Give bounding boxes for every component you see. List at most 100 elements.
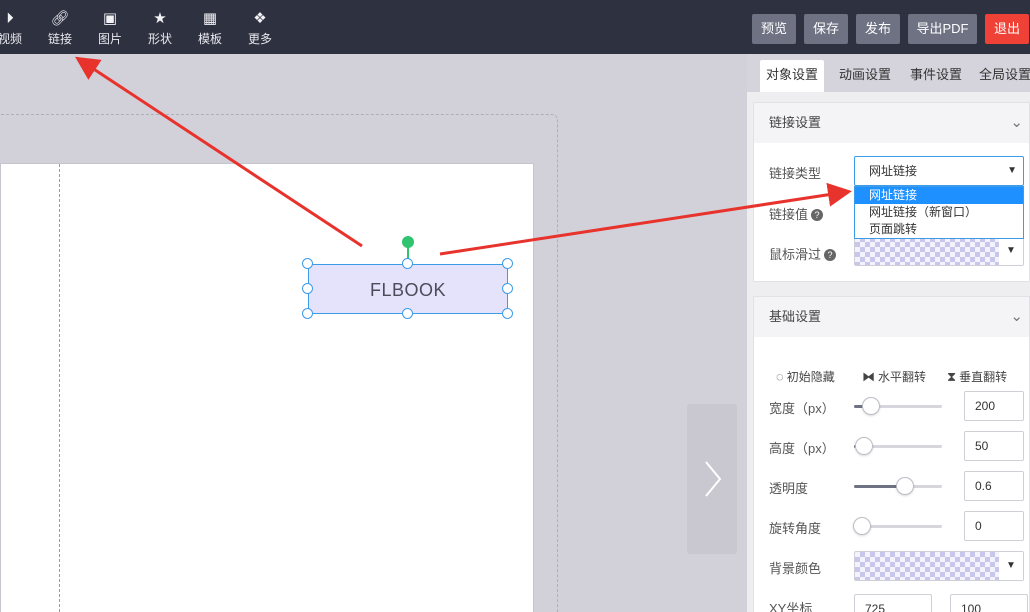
y-input[interactable]: 100 (950, 594, 1028, 612)
export-pdf-button[interactable]: 导出PDF (908, 14, 977, 44)
hover-color-picker[interactable]: ▼ (854, 236, 1024, 266)
height-slider[interactable] (854, 437, 942, 455)
tab-object-settings[interactable]: 对象设置 (760, 60, 824, 92)
toggle-initial-hide-label: 初始隐藏 (786, 370, 835, 384)
tool-more-label: 更多 (247, 32, 272, 46)
resize-handle-se[interactable] (502, 308, 513, 319)
save-button[interactable]: 保存 (804, 14, 848, 44)
resize-handle-ne[interactable] (502, 258, 513, 269)
preview-button[interactable]: 预览 (752, 14, 796, 44)
link-value-label-text: 链接值 (769, 207, 809, 222)
width-slider-knob[interactable] (862, 397, 880, 415)
bg-color-picker[interactable]: ▼ (854, 551, 1024, 581)
tool-link-label: 链接 (47, 32, 72, 46)
link-type-select[interactable]: 网址链接 ▼ (854, 156, 1024, 186)
link-value-label: 链接值? (769, 204, 824, 223)
tab-animation-settings[interactable]: 动画设置 (833, 60, 897, 92)
resize-handle-e[interactable] (502, 283, 513, 294)
tool-template[interactable]: ▦ 模板 (190, 10, 230, 47)
rotation-slider[interactable] (853, 517, 942, 535)
star-icon: ★ (153, 10, 167, 27)
xy-label: XY坐标 (769, 601, 813, 612)
caret-down-icon: ▼ (999, 237, 1023, 265)
option-page-jump[interactable]: 页面跳转 (855, 221, 1023, 238)
height-label: 高度（px） (769, 441, 835, 456)
chevron-down-icon: ⌄ (1010, 114, 1023, 131)
rotation-input[interactable]: 0 (964, 511, 1024, 541)
canvas-area: FLBOOK (0, 54, 747, 612)
chevron-down-icon: ⌄ (1010, 308, 1023, 325)
tab-event-settings[interactable]: 事件设置 (904, 60, 968, 92)
resize-handle-n[interactable] (402, 258, 413, 269)
page-guide-line (59, 164, 60, 612)
toggle-flip-horizontal-label: 水平翻转 (878, 370, 927, 384)
height-slider-knob[interactable] (855, 437, 873, 455)
chevron-right-icon (705, 461, 722, 497)
rotate-handle[interactable] (402, 236, 414, 248)
rotation-label: 旋转角度 (769, 521, 822, 536)
tool-video[interactable]: ⏵ 视频 (0, 10, 30, 47)
tool-image-label: 图片 (97, 32, 122, 46)
page-canvas[interactable] (0, 163, 534, 612)
tab-global-settings[interactable]: 全局设置 (973, 60, 1030, 92)
opacity-slider-knob[interactable] (896, 477, 914, 495)
link-type-dropdown: 网址链接 网址链接（新窗口） 页面跳转 (854, 186, 1024, 239)
more-icon: ❖ (253, 10, 267, 27)
resize-handle-sw[interactable] (302, 308, 313, 319)
link-type-label: 链接类型 (769, 166, 822, 181)
link-type-value: 网址链接 (869, 164, 918, 178)
tool-shape[interactable]: ★ 形状 (140, 10, 180, 47)
publish-button[interactable]: 发布 (856, 14, 900, 44)
tool-shape-label: 形状 (147, 32, 172, 46)
help-icon[interactable]: ? (824, 249, 837, 261)
help-icon[interactable]: ? (811, 209, 824, 221)
basic-settings-section: 基础设置 ⌄ ◌ 初始隐藏 ⧓ 水平翻转 ⧗ 垂直翻转 宽度（px） 200 高度（p… (753, 296, 1030, 612)
basic-settings-title: 基础设置 (769, 309, 822, 324)
opacity-slider[interactable] (854, 477, 942, 495)
link-settings-section: 链接设置 ⌄ 链接类型 网址链接 ▼ 网址链接 网址链接（新窗口） 页面跳转 链… (753, 102, 1030, 282)
link-settings-title: 链接设置 (769, 115, 822, 130)
play-circle-icon: ⏵ (6, 10, 14, 27)
resize-handle-s[interactable] (402, 308, 413, 319)
rotation-slider-knob[interactable] (853, 517, 871, 535)
hover-label: 鼠标滑过? (769, 244, 837, 263)
tool-link[interactable]: 🔗︎ 链接 (40, 10, 80, 47)
flip-horizontal-icon: ⧓ (862, 369, 875, 384)
image-icon: ▣ (102, 10, 118, 27)
settings-panel: 对象设置 动画设置 事件设置 全局设置 链接设置 ⌄ 链接类型 网址链接 ▼ 网… (747, 54, 1030, 612)
hover-label-text: 鼠标滑过 (769, 247, 822, 262)
option-url-link-new-window[interactable]: 网址链接（新窗口） (855, 204, 1023, 221)
link-settings-header[interactable]: 链接设置 ⌄ (754, 103, 1029, 143)
link-icon: 🔗︎ (50, 10, 70, 27)
tool-image[interactable]: ▣ 图片 (90, 10, 130, 47)
tool-template-label: 模板 (197, 32, 222, 46)
option-url-link[interactable]: 网址链接 (855, 187, 1023, 204)
opacity-label: 透明度 (769, 481, 809, 496)
toggle-flip-vertical-label: 垂直翻转 (959, 370, 1008, 384)
next-page-button[interactable] (687, 404, 737, 554)
opacity-input[interactable]: 0.6 (964, 471, 1024, 501)
toggle-flip-vertical[interactable]: ⧗ 垂直翻转 (947, 368, 1007, 385)
toggle-initial-hide[interactable]: ◌ 初始隐藏 (776, 368, 835, 385)
top-toolbar: ⏵ 视频 🔗︎ 链接 ▣ 图片 ★ 形状 ▦ 模板 ❖ 更多 预览 保存 发布 … (0, 0, 1030, 54)
settings-tabs: 对象设置 动画设置 事件设置 全局设置 (747, 54, 1030, 92)
caret-down-icon: ▼ (999, 552, 1023, 580)
width-slider[interactable] (854, 397, 942, 415)
width-label: 宽度（px） (769, 401, 835, 416)
toggle-flip-horizontal[interactable]: ⧓ 水平翻转 (862, 368, 926, 385)
caret-down-icon: ▼ (1007, 165, 1017, 176)
height-input[interactable]: 50 (964, 431, 1024, 461)
template-icon: ▦ (202, 10, 218, 27)
flip-vertical-icon: ⧗ (947, 369, 957, 384)
resize-handle-w[interactable] (302, 283, 313, 294)
exit-button[interactable]: 退出 (985, 14, 1029, 44)
tool-video-label: 视频 (0, 32, 22, 46)
resize-handle-nw[interactable] (302, 258, 313, 269)
width-input[interactable]: 200 (964, 391, 1024, 421)
selected-text-element[interactable]: FLBOOK (308, 264, 508, 314)
bg-color-label: 背景颜色 (769, 561, 822, 576)
x-input[interactable]: 725 (854, 594, 932, 612)
basic-settings-header[interactable]: 基础设置 ⌄ (754, 297, 1029, 337)
eye-slash-icon: ◌ (776, 369, 784, 384)
tool-more[interactable]: ❖ 更多 (240, 10, 280, 47)
